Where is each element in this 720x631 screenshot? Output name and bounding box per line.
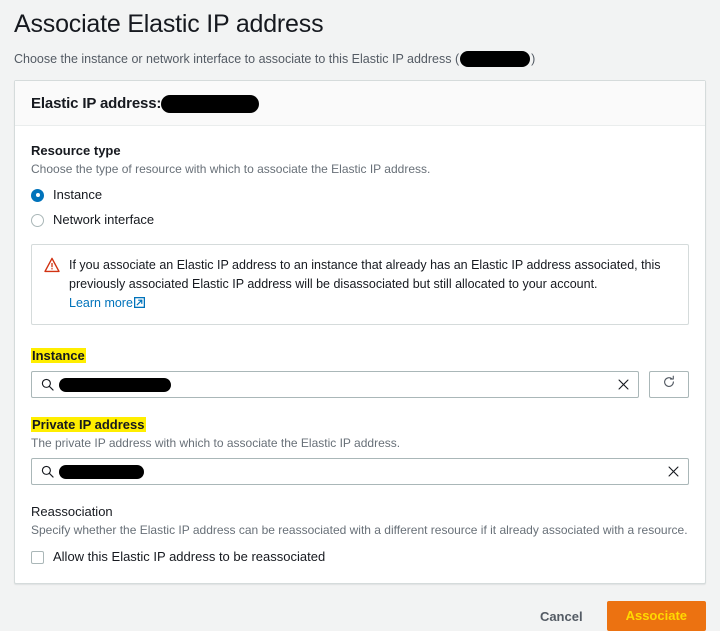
cancel-button[interactable]: Cancel [532,604,591,629]
form-actions: Cancel Associate [14,584,706,631]
card-body: Resource type Choose the type of resourc… [15,126,705,583]
search-icon [41,465,54,478]
page-description-text: Choose the instance or network interface… [14,52,460,66]
radio-instance-icon[interactable] [31,188,44,202]
warning-triangle-icon [44,257,60,273]
reassociation-checkbox-row[interactable]: Allow this Elastic IP address to be reas… [31,549,689,565]
radio-network-interface-label: Network interface [53,212,155,227]
card-header-title: Elastic IP address: [31,94,162,112]
radio-option-instance[interactable]: Instance [31,187,689,203]
reassociation-field: Reassociation Specify whether the Elasti… [31,503,689,565]
associate-elastic-ip-card: Elastic IP address: Resource type Choose… [14,80,706,584]
radio-instance-label: Instance [53,187,103,202]
learn-more-link[interactable]: Learn more [69,296,145,310]
reassociation-checkbox[interactable] [31,550,44,564]
card-header: Elastic IP address: [15,81,705,126]
private-ip-field: Private IP address The private IP addres… [31,416,689,485]
external-link-icon [133,295,145,309]
redacted-private-ip-value [59,464,144,479]
redacted-instance-value [59,377,171,392]
resource-type-field: Resource type Choose the type of resourc… [31,142,689,228]
resource-type-label: Resource type [31,143,121,158]
refresh-icon [662,375,676,394]
instance-label: Instance [31,347,86,365]
instance-field: Instance [31,347,689,398]
warning-alert-text: If you associate an Elastic IP address t… [69,258,661,291]
private-ip-input-value [59,464,662,479]
redacted-card-elastic-ip [161,95,260,113]
instance-label-text: Instance [31,348,86,363]
instance-input-row [31,371,689,398]
instance-input-value [59,377,612,392]
resource-type-description: Choose the type of resource with which t… [31,162,431,176]
radio-option-network-interface[interactable]: Network interface [31,212,689,228]
private-ip-description: The private IP address with which to ass… [31,436,401,450]
associate-button[interactable]: Associate [606,601,706,631]
private-ip-label-text: Private IP address [31,417,146,432]
private-ip-search-input[interactable] [31,458,689,485]
radio-network-interface-icon[interactable] [31,213,44,227]
reassociation-label: Reassociation [31,504,113,519]
learn-more-label: Learn more [69,296,133,310]
reassociation-checkbox-label: Allow this Elastic IP address to be reas… [53,549,326,564]
search-icon [41,378,54,391]
refresh-instances-button[interactable] [649,371,689,398]
private-ip-input-row [31,458,689,485]
associate-elastic-ip-page: Associate Elastic IP address Choose the … [0,8,720,631]
redacted-elastic-ip-value [460,51,531,67]
page-description-suffix: ) [531,52,536,66]
instance-clear-icon[interactable] [617,378,630,391]
private-ip-label: Private IP address [31,416,146,434]
reassociation-description: Specify whether the Elastic IP address c… [31,523,688,537]
private-ip-clear-icon[interactable] [667,465,680,478]
warning-alert-body: If you associate an Elastic IP address t… [69,256,675,313]
warning-alert: If you associate an Elastic IP address t… [31,244,689,325]
page-title: Associate Elastic IP address [14,10,324,38]
page-description: Choose the instance or network interface… [14,50,706,68]
instance-search-input[interactable] [31,371,639,398]
